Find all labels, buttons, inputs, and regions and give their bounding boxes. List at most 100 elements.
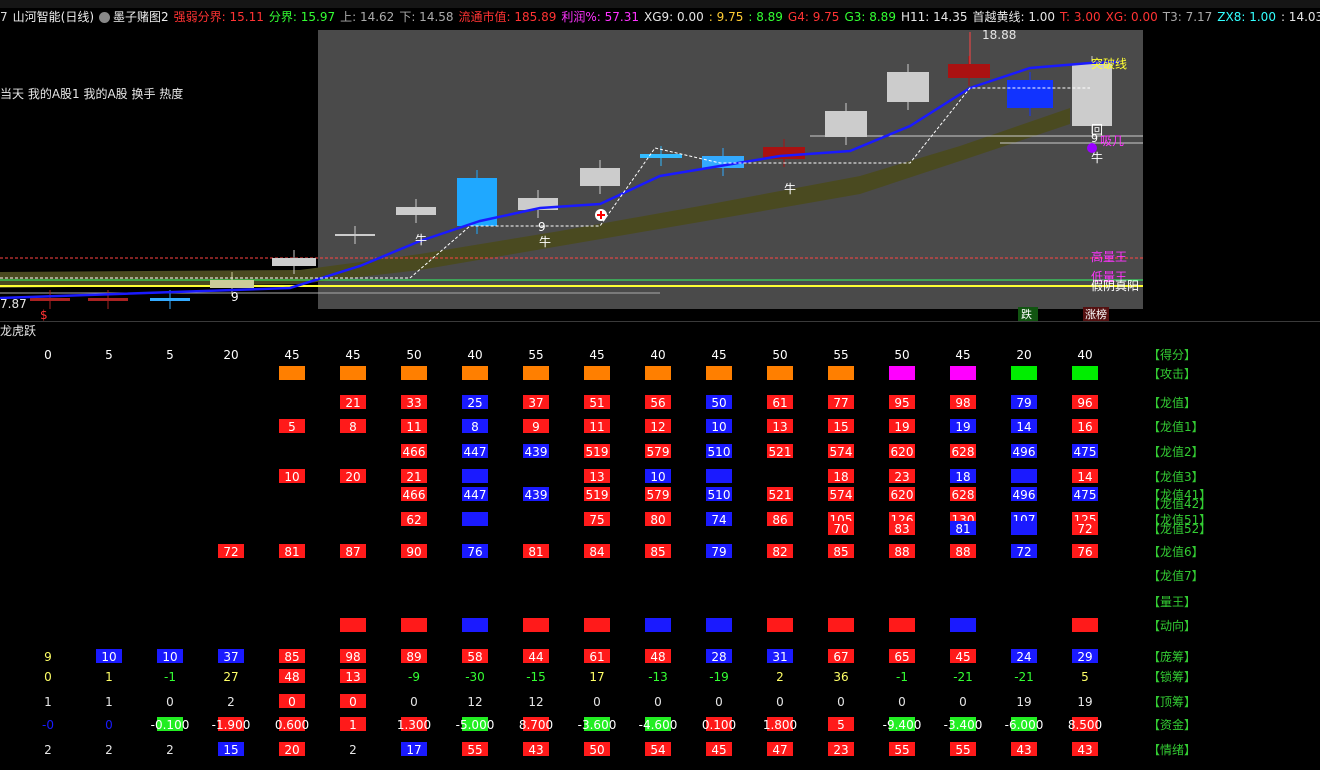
cell-value: 45 — [711, 743, 726, 757]
info-item: 首越黄线: 1.00 — [972, 10, 1056, 24]
cell-value: 1.300 — [397, 718, 431, 732]
cell-value: 0 — [44, 348, 52, 362]
cell-value: 86 — [772, 513, 787, 527]
cell-value: 43 — [1016, 743, 1031, 757]
cell-value: 521 — [769, 445, 792, 459]
cell-bg — [401, 366, 427, 380]
cell-value: 48 — [650, 650, 665, 664]
cell-value: 37 — [223, 650, 238, 664]
cell-value: 574 — [830, 445, 853, 459]
cell-value: 510 — [708, 445, 731, 459]
xiji-label: 吸几 — [1100, 134, 1124, 148]
row-label: 【龙值2】 — [1148, 444, 1204, 459]
cell-value: 475 — [1074, 445, 1097, 459]
niu-label-4: 牛 — [415, 232, 427, 247]
cell-value: 55 — [955, 743, 970, 757]
cell-value: 2 — [44, 743, 52, 757]
cell-bg — [462, 512, 488, 526]
breakthrough-label: 突破线 — [1091, 56, 1127, 71]
cell-value: -0.100 — [151, 718, 190, 732]
cell-value: 13 — [772, 420, 787, 434]
cell-bg — [645, 366, 671, 380]
cell-value: -1 — [896, 670, 908, 684]
info-item: 上: 14.62 — [340, 10, 395, 24]
cell-value: 15 — [223, 743, 238, 757]
cell-value: 5 — [1081, 670, 1089, 684]
nine-label-1: 9 — [538, 220, 546, 234]
cell-value: 81 — [955, 522, 970, 536]
cell-value: 439 — [525, 488, 548, 502]
cell-value: 17 — [589, 670, 604, 684]
cell-bg — [828, 366, 854, 380]
row-label: 【龙值42】 — [1148, 496, 1211, 511]
cell-value: 55 — [528, 348, 543, 362]
cell-value: 43 — [1077, 743, 1092, 757]
cell-value: 40 — [467, 348, 482, 362]
niu-label-3: 牛 — [539, 234, 551, 249]
cell-value: 8 — [471, 420, 479, 434]
row-label: 【情绪】 — [1148, 743, 1196, 757]
info-items: 强弱分界: 15.11 分界: 15.97 上: 14.62 下: 14.58 流通市值… — [174, 10, 1320, 24]
row-label: 【动向】 — [1148, 618, 1196, 633]
info-item: T3: 7.17 — [1162, 10, 1213, 24]
info-item: 分界: 15.97 — [268, 10, 336, 24]
panel-title: 龙虎跃 — [0, 324, 37, 338]
min-price-label: 7.87 — [0, 297, 27, 311]
cell-value: 72 — [1016, 545, 1031, 559]
cell-value: -30 — [465, 670, 485, 684]
dropdown-icon[interactable] — [99, 12, 111, 23]
stock-name[interactable]: 山河智能 — [13, 10, 61, 24]
cell-value: 43 — [528, 743, 543, 757]
cell-value: 40 — [1077, 348, 1092, 362]
cell-value: 98 — [345, 650, 360, 664]
cell-value: 10 — [162, 650, 177, 664]
info-prefix: 7 — [0, 10, 8, 24]
cell-value: -13 — [648, 670, 668, 684]
cell-value: 19 — [1016, 695, 1031, 709]
candle-body — [335, 234, 375, 236]
cell-value: 81 — [284, 545, 299, 559]
candle-body — [30, 298, 70, 301]
zhangbang-label: 涨榜 — [1085, 307, 1107, 321]
row-label: 【龙值52】 — [1148, 521, 1211, 536]
info-item: : 9.75 — [708, 10, 744, 24]
indicator-name[interactable]: 墨子赌图2 — [113, 10, 169, 24]
cell-value: 20 — [1016, 348, 1031, 362]
cell-bg — [462, 366, 488, 380]
cell-value: 50 — [589, 743, 604, 757]
cell-value: -9 — [408, 670, 420, 684]
cell-bg — [889, 366, 915, 380]
info-item: G3: 8.89 — [844, 10, 896, 24]
cell-value: 23 — [894, 470, 909, 484]
cell-value: 61 — [772, 396, 787, 410]
cell-bg — [340, 618, 366, 632]
cell-value: -5.000 — [456, 718, 495, 732]
row-label: 【龙值7】 — [1148, 568, 1204, 583]
cell-bg — [523, 366, 549, 380]
cell-value: 27 — [223, 670, 238, 684]
candle-body — [580, 168, 620, 186]
cell-value: 0.100 — [702, 718, 736, 732]
cell-value: 58 — [467, 650, 482, 664]
cell-bg — [767, 618, 793, 632]
info-item: XG: 0.00 — [1105, 10, 1158, 24]
main-price-chart[interactable]: 18.88 7.87 突破线回吸几牛牛牛牛 9 9 9 高量王 低量王 假阴真阳跌涨榜 $ 当天 … — [0, 26, 1320, 322]
cell-value: 2 — [349, 743, 357, 757]
cell-value: 0 — [288, 695, 296, 709]
cell-bg — [523, 618, 549, 632]
cell-value: 74 — [711, 513, 726, 527]
candle-body — [1007, 80, 1053, 108]
cell-value: 56 — [650, 396, 665, 410]
price-chart-svg: 18.887.87突破线回吸几牛牛牛牛999高量王低量王假阴真阳跌 涨榜$ — [0, 28, 1143, 322]
cell-bg — [889, 618, 915, 632]
cell-value: 44 — [528, 650, 543, 664]
info-item: 流通市值: 185.89 — [458, 10, 557, 24]
cell-value: 8.500 — [1068, 718, 1102, 732]
cell-value: 19 — [1077, 695, 1092, 709]
cell-value: 20 — [223, 348, 238, 362]
cell-value: 50 — [772, 348, 787, 362]
cell-value: 628 — [952, 445, 975, 459]
cell-bg — [279, 366, 305, 380]
cell-value: 76 — [467, 545, 482, 559]
info-item: : 14.03 — [1280, 10, 1320, 24]
